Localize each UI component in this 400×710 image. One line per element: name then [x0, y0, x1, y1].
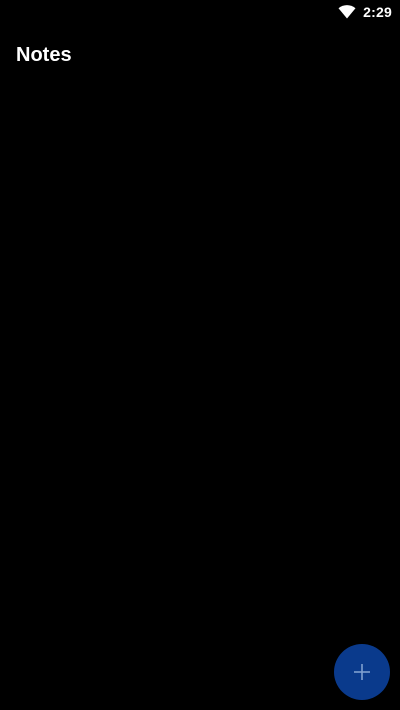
page-title: Notes: [16, 43, 72, 66]
plus-icon: [354, 664, 370, 680]
add-note-button[interactable]: [334, 644, 390, 700]
notes-list: [0, 86, 400, 710]
status-bar: 2:29: [0, 0, 400, 24]
notes-screen: 2:29 Notes: [0, 0, 400, 710]
app-bar: Notes: [0, 24, 400, 86]
wifi-icon: [338, 5, 356, 19]
status-time: 2:29: [363, 4, 392, 20]
